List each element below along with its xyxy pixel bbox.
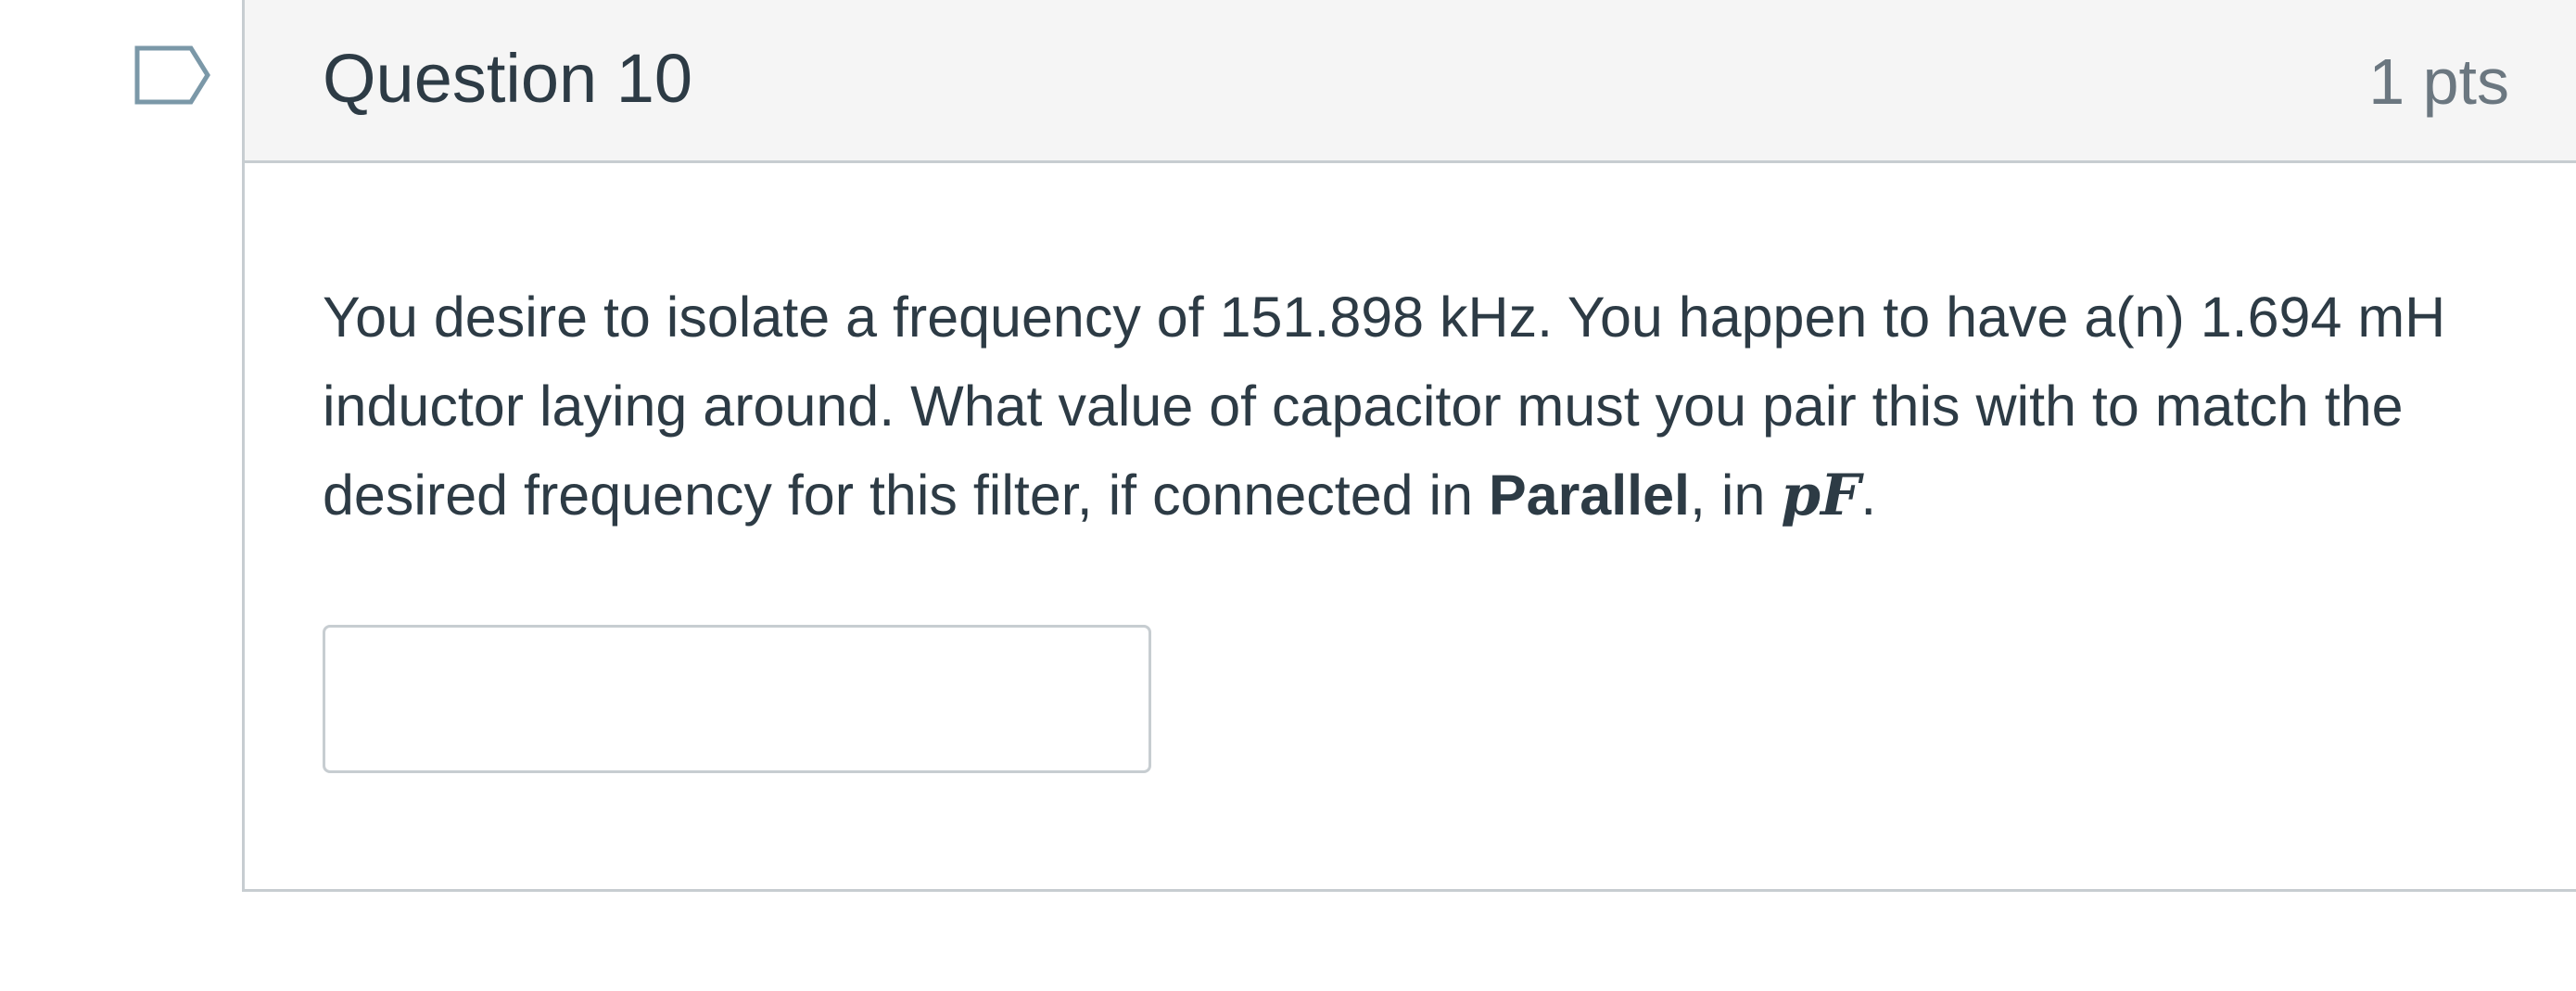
question-title: Question 10 bbox=[323, 40, 693, 117]
question-text: You desire to isolate a frequency of 151… bbox=[323, 273, 2547, 540]
question-text-line-3-middle: , in bbox=[1690, 464, 1782, 527]
question-card: Question 10 1 pts You desire to isolate … bbox=[242, 0, 2576, 892]
question-text-line-1: You desire to isolate a frequency of 151… bbox=[323, 286, 2446, 349]
question-text-line-3: desired frequency for this filter, if co… bbox=[323, 451, 2547, 540]
connection-type-bold: Parallel bbox=[1488, 464, 1690, 527]
bookmark-flag-icon[interactable] bbox=[133, 44, 211, 106]
question-text-line-3-suffix: . bbox=[1860, 464, 1877, 527]
unit-math: pF bbox=[1781, 463, 1861, 528]
answer-input[interactable] bbox=[323, 625, 1151, 773]
question-points: 1 pts bbox=[2368, 45, 2509, 118]
question-header: Question 10 1 pts bbox=[245, 0, 2576, 163]
question-text-line-2: inductor laying around. What value of ca… bbox=[323, 375, 2404, 438]
question-text-line-3-prefix: desired frequency for this filter, if co… bbox=[323, 464, 1489, 527]
